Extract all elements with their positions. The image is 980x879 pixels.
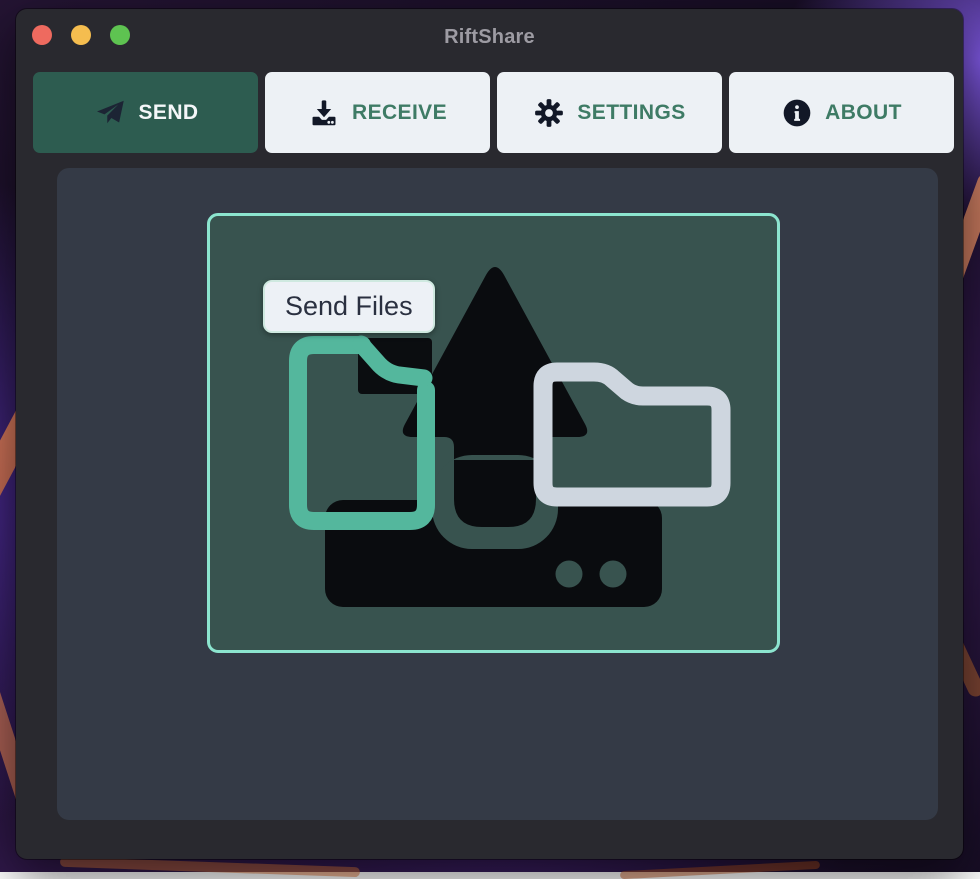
close-button[interactable]: [32, 25, 52, 45]
download-icon: [308, 97, 340, 129]
tab-bar: SEND RECEIVE: [33, 72, 954, 153]
titlebar: RiftShare: [16, 9, 963, 65]
send-content-panel: Send Files: [57, 168, 938, 820]
tab-label: SETTINGS: [577, 101, 685, 125]
app-window: RiftShare SEND RECEIVE: [16, 9, 963, 859]
tab-about[interactable]: ABOUT: [729, 72, 954, 153]
gear-icon: [533, 97, 565, 129]
tab-label: SEND: [139, 101, 199, 125]
info-icon: [781, 97, 813, 129]
tab-label: ABOUT: [825, 101, 902, 125]
tab-settings[interactable]: SETTINGS: [497, 72, 722, 153]
tab-label: RECEIVE: [352, 101, 447, 125]
traffic-lights: [32, 25, 130, 45]
wallpaper-streak: [60, 857, 360, 877]
tab-receive[interactable]: RECEIVE: [265, 72, 490, 153]
wallpaper-streak: [620, 861, 820, 879]
tab-send[interactable]: SEND: [33, 72, 258, 153]
zoom-button[interactable]: [110, 25, 130, 45]
drive-icon: [325, 455, 662, 607]
send-files-button[interactable]: Send Files: [263, 280, 435, 333]
paper-plane-icon: [93, 98, 127, 128]
window-title: RiftShare: [16, 26, 963, 49]
minimize-button[interactable]: [71, 25, 91, 45]
upload-illustration: [207, 213, 780, 653]
send-files-dropzone[interactable]: Send Files: [207, 213, 780, 653]
